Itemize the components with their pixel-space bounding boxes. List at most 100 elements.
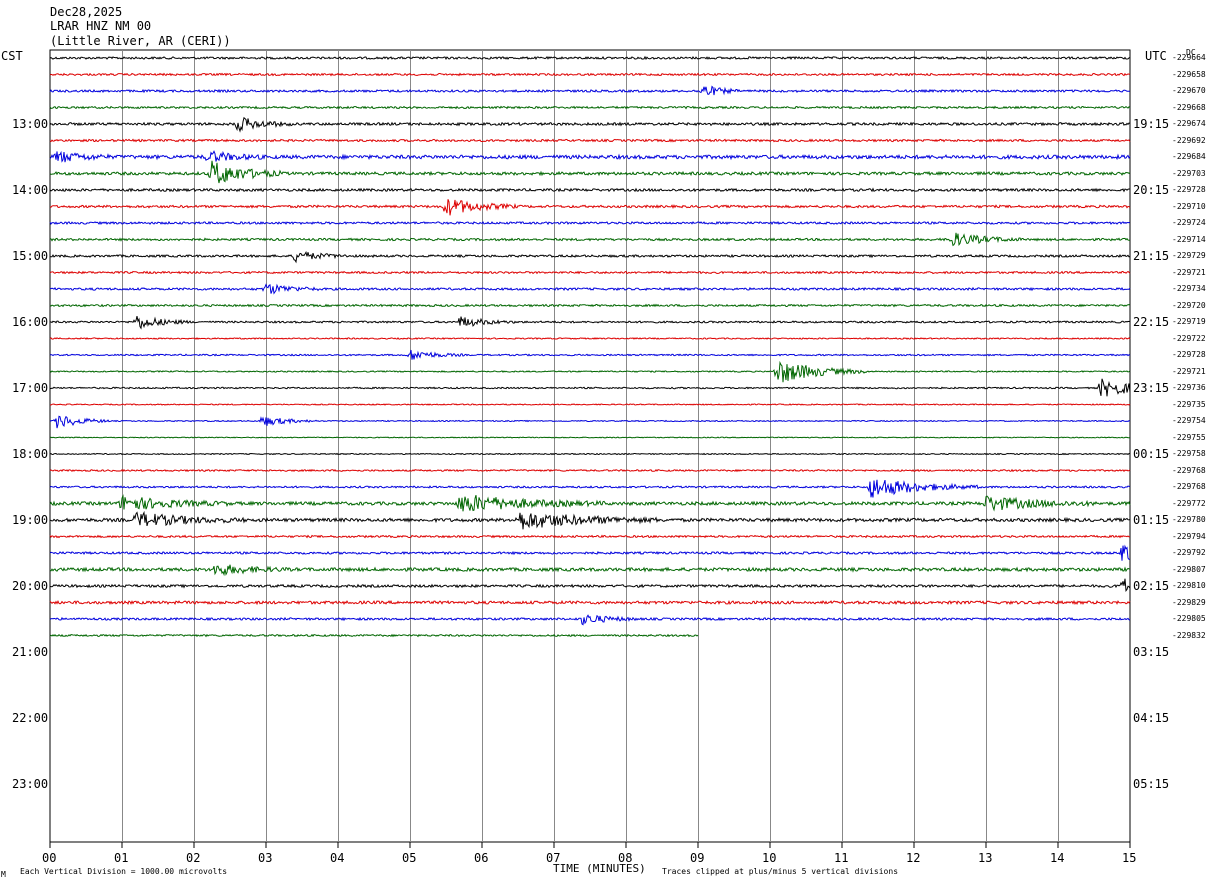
dc-offset-label: -229721 xyxy=(1172,267,1206,277)
x-tick-label: 04 xyxy=(330,851,345,865)
dc-offset-label: -229684 xyxy=(1172,152,1206,161)
trace-green xyxy=(49,105,1131,110)
x-tick-label: 03 xyxy=(258,851,273,865)
dc-offset-label: -229692 xyxy=(1172,135,1206,145)
header-date: Dec28,2025 xyxy=(50,5,123,19)
dc-offset-label: -229729 xyxy=(1172,251,1206,260)
x-tick-label: 01 xyxy=(114,851,129,865)
x-axis-ticks xyxy=(49,842,1131,848)
trace-blue xyxy=(49,283,1131,295)
utc-hour-label: 01:15 xyxy=(1133,513,1170,527)
x-tick-label: 05 xyxy=(402,851,417,865)
trace-blue xyxy=(49,614,1131,626)
dc-offset-label: -229772 xyxy=(1172,498,1206,508)
dc-offset-label: -229832 xyxy=(1172,630,1206,640)
cst-hour-label: 13:00 xyxy=(12,117,49,131)
utc-hour-label: 19:15 xyxy=(1133,117,1170,131)
trace-blue xyxy=(49,349,1131,360)
x-tick-label: 00 xyxy=(42,851,57,865)
dc-offset-label: -229721 xyxy=(1172,366,1206,376)
cst-hour-label: 21:00 xyxy=(12,645,49,659)
trace-black xyxy=(49,578,1131,593)
dc-offset-label: -229728 xyxy=(1172,185,1206,194)
trace-black xyxy=(49,116,1131,133)
x-tick-label: 11 xyxy=(834,851,849,865)
dc-offset-label: -229768 xyxy=(1172,482,1206,491)
trace-black xyxy=(49,378,1131,397)
utc-hour-label: 02:15 xyxy=(1133,579,1170,593)
dc-offset-label: -229668 xyxy=(1172,102,1206,112)
dc-offset-label: -229807 xyxy=(1172,564,1206,574)
utc-hour-label: 00:15 xyxy=(1133,447,1170,461)
cst-hour-label: 20:00 xyxy=(12,579,49,593)
cst-hour-label: 22:00 xyxy=(12,711,49,725)
x-tick-label: 09 xyxy=(690,851,705,865)
seismogram-plot xyxy=(49,49,1131,848)
trace-blue xyxy=(49,544,1131,561)
trace-green xyxy=(49,494,1131,512)
dc-offset-label: -229719 xyxy=(1172,317,1206,326)
utc-hour-label: 23:15 xyxy=(1133,381,1170,395)
x-tick-label: 12 xyxy=(906,851,921,865)
dc-offset-label: -229710 xyxy=(1172,201,1206,211)
trace-blue xyxy=(49,415,1131,429)
header-station: LRAR HNZ NM 00 xyxy=(50,19,152,33)
trace-blue xyxy=(49,85,1130,96)
trace-blue xyxy=(49,220,1131,226)
trace-red xyxy=(49,270,1131,275)
trace-green xyxy=(49,160,1131,184)
trace-black xyxy=(49,250,1131,264)
dc-offset-label: -229720 xyxy=(1172,300,1206,310)
plot-frame xyxy=(49,49,1131,843)
trace-black xyxy=(49,510,1131,530)
trace-green xyxy=(49,232,1131,247)
dc-offset-label: -229805 xyxy=(1172,614,1206,623)
trace-blue xyxy=(49,150,1131,163)
trace-red xyxy=(49,72,1131,77)
trace-green xyxy=(49,360,1131,383)
trace-green xyxy=(49,436,1131,439)
utc-hour-label: 20:15 xyxy=(1133,183,1170,197)
cst-hour-label: 18:00 xyxy=(12,447,49,461)
dc-offset-label: -229703 xyxy=(1172,168,1206,178)
cst-hour-label: 15:00 xyxy=(12,249,49,263)
trace-black xyxy=(49,315,1131,330)
dc-offset-label: -229674 xyxy=(1172,119,1206,128)
trace-red xyxy=(49,534,1131,539)
dc-offset-label: -229755 xyxy=(1172,432,1206,442)
dc-offset-label: -229794 xyxy=(1172,531,1206,541)
dc-offset-label: -229754 xyxy=(1172,416,1206,425)
corner-mark: M xyxy=(1,870,6,879)
dc-offset-label: -229768 xyxy=(1172,465,1206,475)
trace-red xyxy=(49,403,1131,406)
cst-hour-label: 23:00 xyxy=(12,777,49,791)
x-tick-label: 14 xyxy=(1050,851,1065,865)
minute-gridlines xyxy=(122,50,1059,842)
cst-axis-label: CST xyxy=(1,49,23,63)
cst-hour-label: 14:00 xyxy=(12,183,49,197)
trace-green xyxy=(49,564,1131,577)
utc-hour-label: 21:15 xyxy=(1133,249,1170,263)
dc-offset-label: -229792 xyxy=(1172,548,1206,557)
scale-note: Each Vertical Division = 1000.00 microvo… xyxy=(20,867,228,876)
trace-red xyxy=(49,468,1131,473)
dc-offset-label: -229658 xyxy=(1172,69,1206,79)
x-tick-label: 02 xyxy=(186,851,201,865)
utc-hour-label: 22:15 xyxy=(1133,315,1170,329)
dc-offset-label: -229724 xyxy=(1172,218,1206,227)
trace-black xyxy=(49,452,1131,456)
cst-hour-label: 16:00 xyxy=(12,315,49,329)
trace-red xyxy=(49,599,1131,606)
cst-hour-label: 17:00 xyxy=(12,381,49,395)
dc-offset-label: -229734 xyxy=(1172,284,1206,293)
utc-hour-label: 04:15 xyxy=(1133,711,1170,725)
utc-axis-label: UTC xyxy=(1145,49,1167,63)
header-location: (Little River, AR (CERI)) xyxy=(50,34,231,48)
seismic-traces xyxy=(49,55,1131,638)
dc-offset-label: -229664 xyxy=(1172,53,1206,62)
trace-red xyxy=(49,138,1131,143)
x-tick-label: 15 xyxy=(1122,851,1137,865)
dc-offset-label: -229736 xyxy=(1172,383,1206,392)
trace-black xyxy=(49,55,1131,61)
dc-offset-label: -229780 xyxy=(1172,515,1206,524)
